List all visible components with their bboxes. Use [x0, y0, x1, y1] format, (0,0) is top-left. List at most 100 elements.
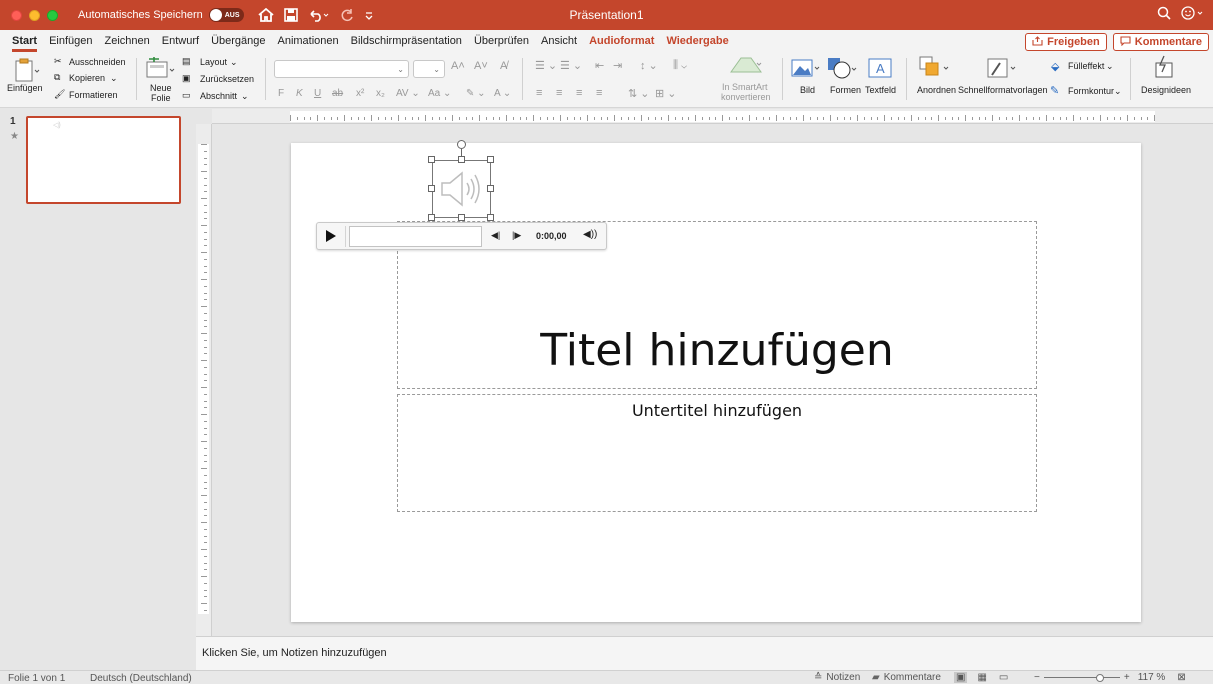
design-ideas-icon[interactable]: [1152, 55, 1176, 84]
fit-slide-icon[interactable]: ⊠: [1177, 672, 1185, 683]
section-dropdown-icon[interactable]: ⌄: [241, 91, 249, 102]
bullets-icon[interactable]: ☰ ⌄: [535, 59, 557, 72]
format-painter-button[interactable]: Formatieren: [69, 90, 118, 100]
change-case-icon[interactable]: Aa ⌄: [428, 88, 451, 99]
horizontal-ruler[interactable]: [212, 109, 1213, 124]
align-left-icon[interactable]: ≡: [536, 87, 542, 99]
resize-handle[interactable]: [458, 156, 465, 163]
tab-start[interactable]: Start: [6, 35, 43, 52]
paste-label[interactable]: Einfügen: [7, 83, 43, 93]
zoom-out-icon[interactable]: −: [1034, 672, 1040, 683]
vertical-ruler[interactable]: [196, 124, 212, 636]
design-ideas-label[interactable]: Designideen: [1141, 85, 1191, 95]
notes-pane[interactable]: Klicken Sie, um Notizen hinzuzufügen: [196, 636, 1213, 670]
font-color-icon[interactable]: A ⌄: [494, 88, 511, 99]
zoom-in-icon[interactable]: +: [1124, 672, 1130, 683]
subscript-icon[interactable]: x₂: [376, 88, 385, 99]
justify-icon[interactable]: ≡: [596, 87, 602, 99]
underline-icon[interactable]: U: [314, 88, 321, 99]
resize-handle[interactable]: [428, 214, 435, 221]
new-slide-icon[interactable]: [145, 56, 177, 84]
subtitle-placeholder[interactable]: Untertitel hinzufügen: [397, 394, 1037, 512]
minimize-window-button[interactable]: [29, 9, 40, 21]
smiley-icon[interactable]: [1181, 6, 1205, 23]
skip-forward-icon[interactable]: |▶: [512, 230, 521, 241]
shape-outline-button[interactable]: Formkontur: [1068, 86, 1114, 96]
align-right-icon[interactable]: ≡: [576, 87, 582, 99]
resize-handle[interactable]: [487, 156, 494, 163]
resize-handle[interactable]: [428, 156, 435, 163]
home-icon[interactable]: [257, 8, 274, 22]
tab-wiedergabe[interactable]: Wiedergabe: [660, 35, 734, 52]
shapes-label[interactable]: Formen: [830, 85, 861, 95]
columns-icon[interactable]: ⫼ ⌄: [673, 59, 687, 72]
close-window-button[interactable]: [11, 9, 22, 21]
normal-view-icon[interactable]: ▣: [954, 672, 968, 683]
comments-toggle-button[interactable]: Kommentare: [884, 672, 941, 683]
share-button[interactable]: Freigeben: [1025, 33, 1107, 51]
sorter-view-icon[interactable]: ▦: [977, 672, 986, 683]
tab-ansicht[interactable]: Ansicht: [535, 35, 583, 52]
bold-icon[interactable]: F: [278, 88, 284, 99]
tab-bildschirmpräsentation[interactable]: Bildschirmpräsentation: [345, 35, 468, 52]
undo-icon[interactable]: [308, 8, 330, 22]
increase-indent-icon[interactable]: ⇥: [613, 59, 622, 72]
new-slide-label-1[interactable]: Neue: [150, 83, 172, 93]
decrease-font-icon[interactable]: A˅: [474, 60, 488, 72]
tab-entwurf[interactable]: Entwurf: [156, 35, 205, 52]
char-spacing-icon[interactable]: AV ⌄: [396, 88, 420, 99]
textbox-icon[interactable]: A: [868, 57, 892, 82]
line-spacing-icon[interactable]: ↕ ⌄: [640, 59, 658, 72]
arrange-label[interactable]: Anordnen: [917, 85, 956, 95]
decrease-indent-icon[interactable]: ⇤: [595, 59, 604, 72]
picture-icon[interactable]: [791, 57, 821, 82]
resize-handle[interactable]: [458, 214, 465, 221]
customize-toolbar-icon[interactable]: [364, 8, 374, 22]
slide[interactable]: Titel hinzufügen Untertitel hinzufügen: [291, 143, 1141, 622]
zoom-slider[interactable]: [1043, 673, 1120, 682]
play-icon[interactable]: [325, 229, 337, 246]
slide-thumbnail[interactable]: ◁): [26, 116, 181, 204]
new-slide-label-2[interactable]: Folie: [151, 93, 171, 103]
redo-icon[interactable]: [340, 8, 354, 22]
align-text-icon[interactable]: ⊞ ⌄: [655, 87, 677, 100]
resize-handle[interactable]: [487, 214, 494, 221]
picture-label[interactable]: Bild: [800, 85, 815, 95]
zoom-window-button[interactable]: [47, 9, 58, 21]
shape-outline-dropdown-icon[interactable]: ⌄: [1114, 86, 1122, 97]
arrange-icon[interactable]: [918, 55, 952, 82]
align-center-icon[interactable]: ≡: [556, 87, 562, 99]
smartart-label-1[interactable]: In SmartArt: [722, 82, 768, 92]
zoom-level[interactable]: 117 %: [1138, 672, 1166, 683]
cut-button[interactable]: Ausschneiden: [69, 57, 126, 67]
notes-toggle-button[interactable]: Notizen: [826, 672, 860, 683]
tab-übergänge[interactable]: Übergänge: [205, 35, 271, 52]
comments-button[interactable]: Kommentare: [1112, 33, 1209, 51]
tab-einfügen[interactable]: Einfügen: [43, 35, 98, 52]
copy-dropdown-icon[interactable]: ⌄: [110, 73, 118, 84]
section-button[interactable]: Abschnitt: [200, 91, 237, 101]
tab-zeichnen[interactable]: Zeichnen: [99, 35, 156, 52]
audio-object[interactable]: [428, 140, 494, 221]
save-icon[interactable]: [283, 8, 298, 22]
resize-handle[interactable]: [487, 185, 494, 192]
fill-effect-button[interactable]: Fülleffekt: [1068, 61, 1104, 71]
copy-button[interactable]: Kopieren: [69, 73, 105, 83]
font-family-select[interactable]: ⌄: [274, 60, 409, 78]
volume-icon[interactable]: ◀)): [583, 229, 597, 240]
clear-format-icon[interactable]: A̸: [500, 60, 507, 72]
shapes-icon[interactable]: [826, 56, 858, 83]
quick-styles-label[interactable]: Schnellformatvorlagen: [958, 85, 1048, 95]
skip-back-icon[interactable]: ◀|: [491, 230, 500, 241]
language-indicator[interactable]: Deutsch (Deutschland): [90, 673, 192, 684]
layout-button[interactable]: Layout: [200, 57, 227, 67]
audio-progress-bar[interactable]: [349, 226, 482, 247]
resize-handle[interactable]: [428, 185, 435, 192]
rotate-handle[interactable]: [457, 140, 466, 149]
layout-dropdown-icon[interactable]: ⌄: [230, 57, 238, 68]
reading-view-icon[interactable]: ▭: [999, 672, 1008, 683]
tab-animationen[interactable]: Animationen: [272, 35, 345, 52]
highlight-icon[interactable]: ✎ ⌄: [466, 88, 486, 99]
increase-font-icon[interactable]: A˄: [451, 60, 465, 72]
tab-überprüfen[interactable]: Überprüfen: [468, 35, 535, 52]
